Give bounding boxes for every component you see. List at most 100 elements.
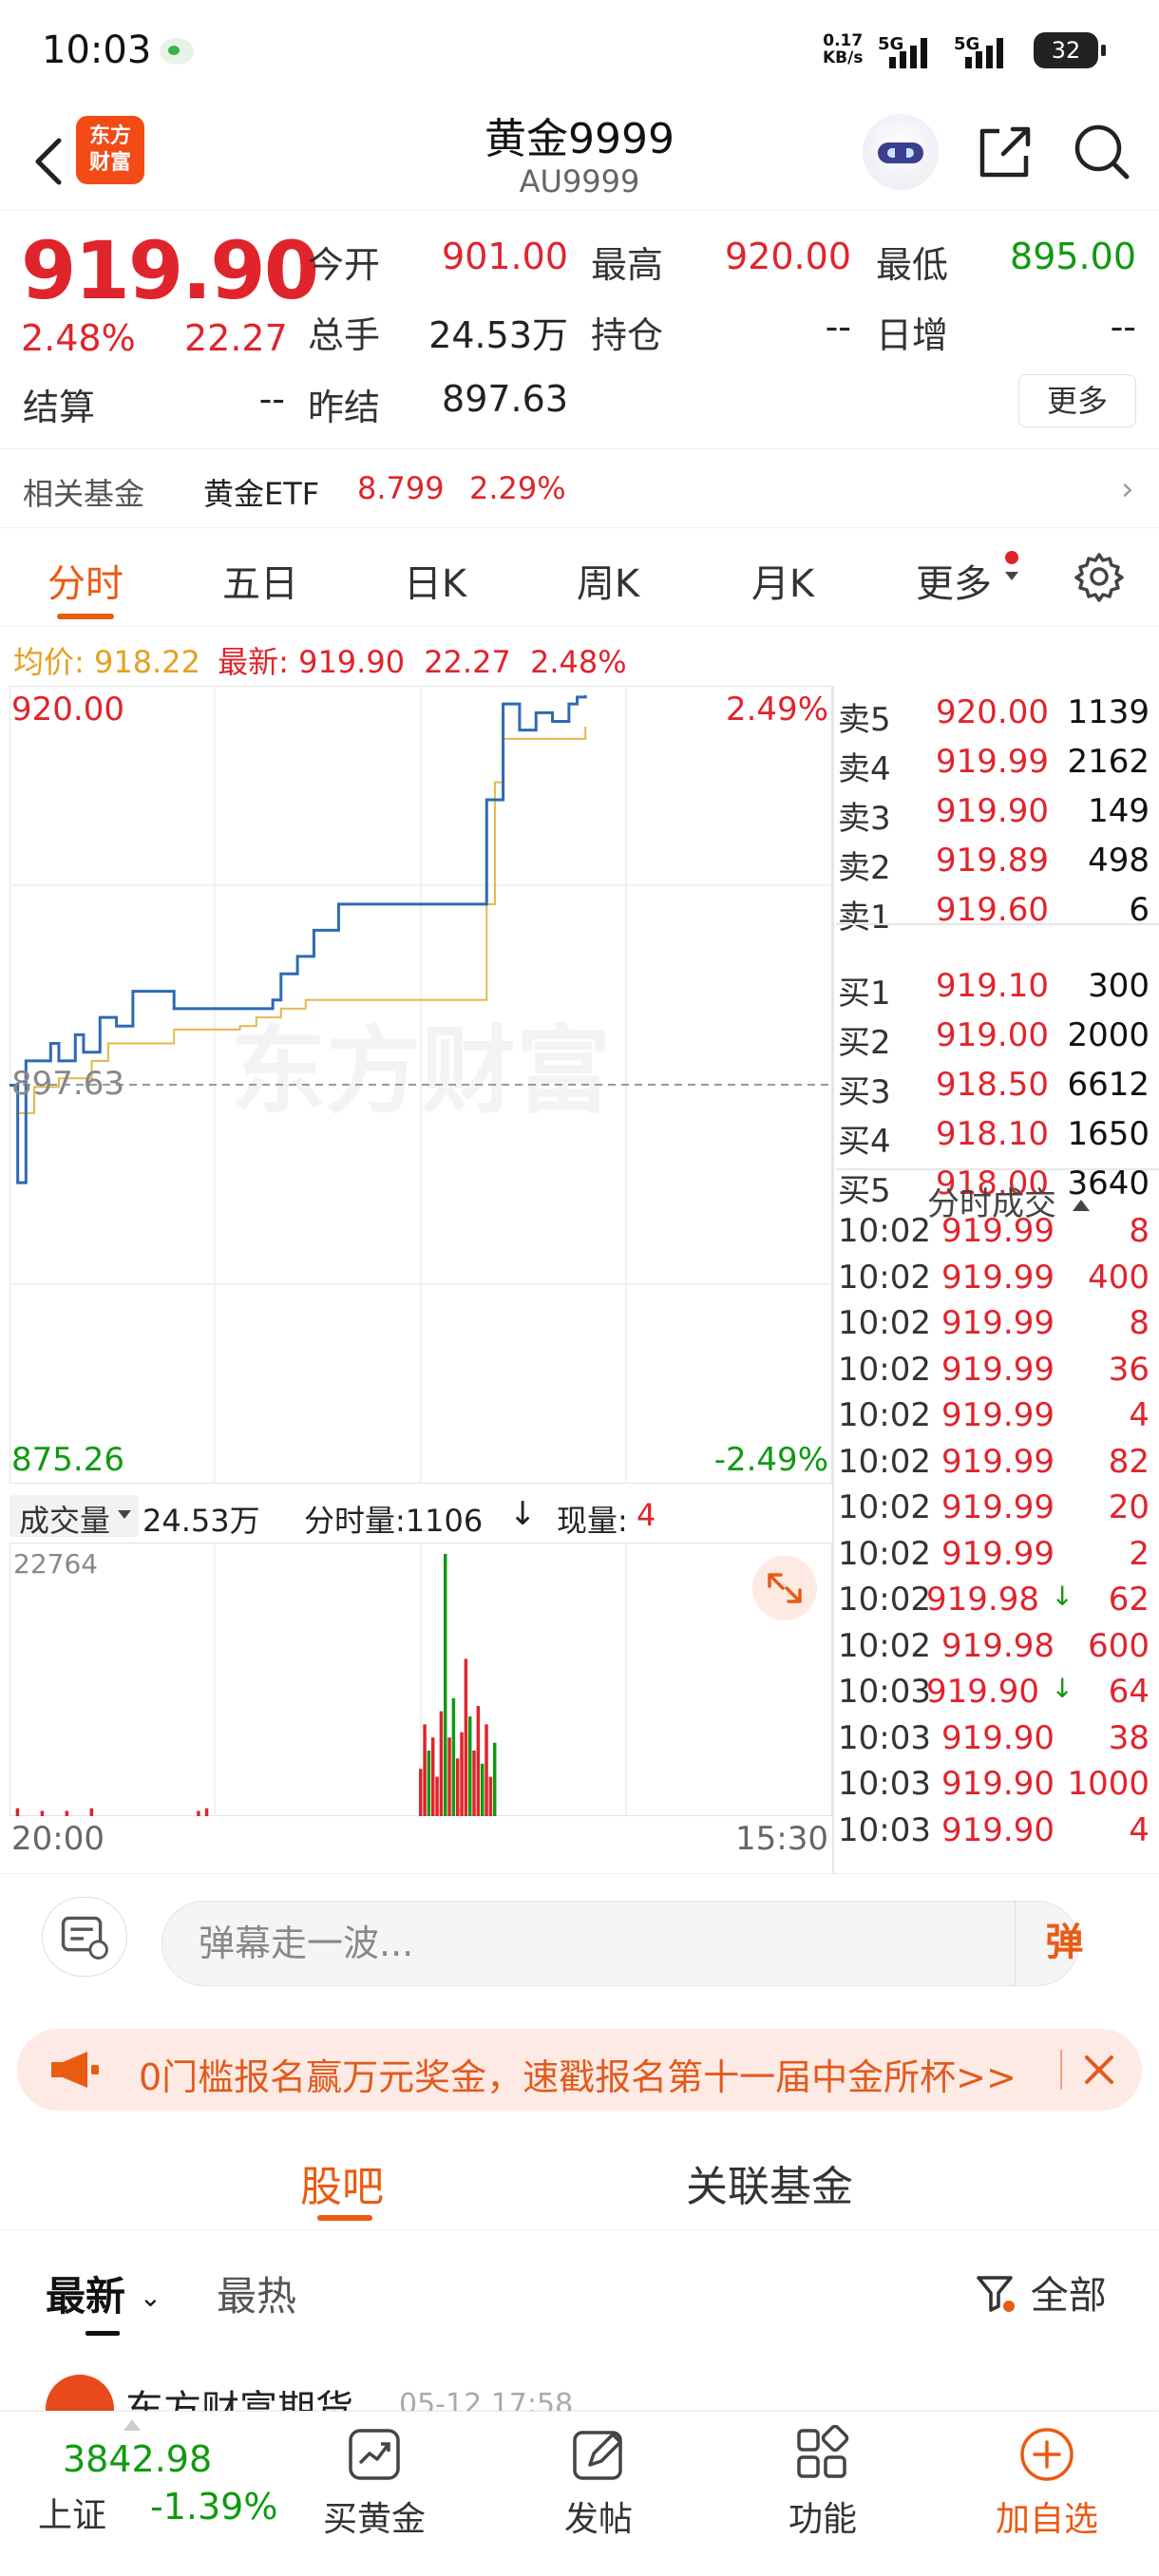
daily-increase-value: -- [1110,306,1136,348]
ask-level[interactable]: 卖3 919.90 149 [836,792,1153,838]
pct-axis-bottom-label: -2.49% [714,1441,828,1479]
time-axis-end: 15:30 [735,1820,828,1858]
close-icon[interactable] [1072,2042,1127,2097]
more-fields-button[interactable]: 更多 [1018,374,1136,427]
bid-level[interactable]: 买4 918.10 1650 [836,1115,1153,1161]
index-widget[interactable]: 3842.98 上证 -1.39% [0,2412,285,2576]
tick-volume: 8 [1129,1212,1150,1250]
volume-bar [484,1724,488,1816]
tick-time: 10:03 [838,1765,931,1803]
chart-box-icon [349,2429,400,2480]
volume-bar [65,1810,69,1816]
volume-bar [476,1706,481,1816]
sort-hot[interactable]: 最热 [217,2264,296,2322]
danmaku-input[interactable]: 弹幕走一波... [162,1901,1079,1986]
add-watchlist-button[interactable]: 加自选 [971,2425,1123,2541]
volume-bar [430,1737,435,1816]
app-header: 东方 财富 黄金9999 AU9999 [0,104,1159,211]
share-icon[interactable] [971,118,1037,184]
ticks-divider [836,1168,1159,1170]
tick-price: 919.99 [941,1258,1054,1297]
settings-gear-icon[interactable] [1072,549,1127,604]
chart-period-tabs: 分时 五日 日K 周K 月K 更多 [0,528,1159,627]
tick-volume: 82 [1108,1442,1150,1481]
tick-price: 919.99 [941,1212,1054,1250]
tick-row: 10:02 919.99 8 [836,1304,1153,1350]
y-axis-bottom-label: 875.26 [11,1441,124,1479]
tab-daily-k[interactable]: 日K [369,553,502,608]
functions-button[interactable]: 功能 [747,2425,899,2541]
tab-five-day[interactable]: 五日 [194,553,327,608]
level-volume: 1650 [1067,1115,1150,1153]
volume-bar [472,1751,476,1816]
ask-level[interactable]: 卖4 919.99 2162 [836,743,1153,788]
bid-level[interactable]: 买2 919.00 2000 [836,1016,1153,1062]
ai-assistant-robot-icon[interactable] [863,114,939,190]
danmaku-bar: 弹幕走一波... 弹 [0,1873,1159,1998]
intraday-price-chart[interactable]: 东方财富 920.00 897.63 875.26 2.49% -2.49% [10,686,832,1484]
tick-price: 919.90 [941,1765,1054,1803]
danmaku-send-button[interactable]: 弹 [1015,1901,1113,1986]
volume-bar [197,1810,200,1816]
chevron-right-icon: › [1121,470,1134,508]
danmaku-settings-icon[interactable] [42,1897,127,1977]
ask-level[interactable]: 卖5 920.00 1139 [836,693,1153,739]
latest-value: 919.90 [298,644,406,680]
buy-gold-button[interactable]: 买黄金 [298,2425,450,2541]
volume-dropdown[interactable]: 成交量 [10,1495,139,1539]
level-label: 卖1 [838,899,891,937]
prev-settle-value: 897.63 [442,378,568,420]
sort-latest[interactable]: 最新 ⌄ [46,2264,162,2322]
ask-level[interactable]: 卖1 919.60 6 [836,891,1153,937]
tick-volume: 8 [1129,1304,1150,1342]
tab-more[interactable]: 更多 [887,553,1020,608]
net-speed-value: 0.17 [823,31,864,50]
tick-row: 10:03 919.90 4 [836,1811,1153,1857]
tick-price: 919.98 [941,1626,1054,1665]
tick-price: 919.90 [941,1810,1054,1849]
volume-chart[interactable]: 22764 [10,1543,832,1816]
level-volume: 2000 [1067,1016,1150,1054]
ask-level[interactable]: 卖2 919.89 498 [836,842,1153,887]
tab-related-funds[interactable]: 关联基金 [686,2152,853,2213]
open-interest-label: 持仓 [591,314,664,356]
volume-header: 成交量 24.53万 分时量:1106 ↓ 现量: 4 [10,1489,832,1541]
tab-monthly-k[interactable]: 月K [716,553,849,608]
net-speed-unit: KB/s [823,48,864,67]
expand-icon[interactable] [752,1556,817,1620]
search-icon[interactable] [1068,118,1134,184]
tab-weekly-k[interactable]: 周K [542,553,674,608]
tick-row: 10:02 919.99 36 [836,1351,1153,1396]
volume-bar [439,1711,444,1816]
open-value: 901.00 [442,236,568,277]
bid-level[interactable]: 买1 919.10 300 [836,967,1153,1013]
tick-price: 919.99 [941,1350,1054,1389]
tab-stock-forum[interactable]: 股吧 [300,2152,384,2213]
level-price: 918.10 [936,1115,1049,1153]
time-axis-start: 20:00 [11,1820,104,1858]
level-price: 920.00 [936,693,1049,731]
add-circle-icon [1020,2428,1074,2481]
tab-intraday[interactable]: 分时 [19,553,152,608]
promo-banner[interactable]: 0门槛报名赢万元奖金，速戳报名第十一届中金所杯>> [17,2029,1142,2111]
megaphone-icon [51,2052,99,2088]
post-button[interactable]: 发帖 [522,2425,674,2541]
filter-button[interactable]: 全部 [975,2264,1107,2320]
volume-bar [89,1808,94,1816]
related-fund-row[interactable]: 相关基金 黄金ETF 8.799 2.29% › [0,448,1159,528]
tick-row: 10:02 919.99 400 [836,1259,1153,1304]
functions-label: 功能 [788,2500,857,2539]
volume-bar [204,1808,209,1816]
tick-volume: 4 [1129,1810,1150,1849]
y-axis-top-label: 920.00 [11,691,124,729]
tick-time: 10:03 [838,1810,931,1849]
post-preview[interactable]: 东方财富期货 05-12 17:58 [0,2361,1159,2443]
volume-bar [480,1763,484,1816]
tick-price: 919.99 [941,1534,1054,1573]
index-name: 上证 [38,2496,107,2535]
filter-label: 全部 [1030,2274,1107,2318]
tick-time: 10:02 [838,1258,931,1297]
bid-level[interactable]: 买3 918.50 6612 [836,1066,1153,1111]
latest-percent: 2.48% [530,644,627,680]
volume-label: 总手 [308,314,381,356]
